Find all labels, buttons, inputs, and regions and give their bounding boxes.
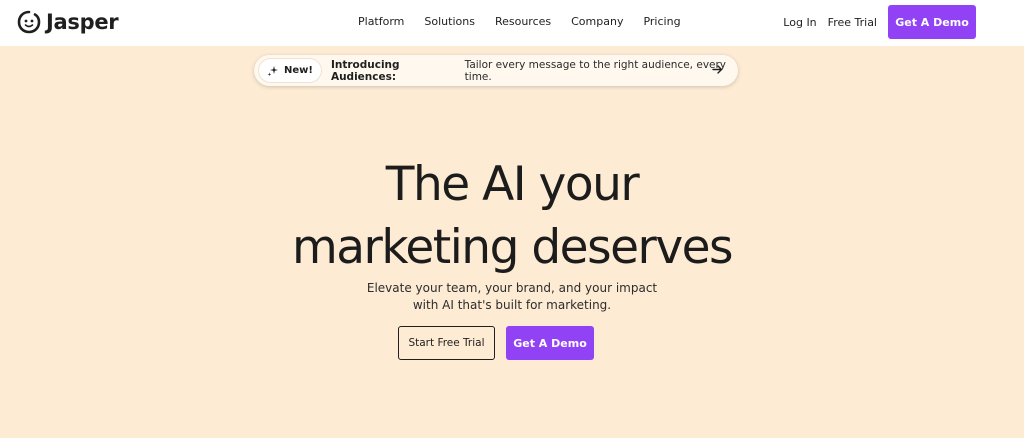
nav-company[interactable]: Company <box>571 14 623 30</box>
new-badge-label: New! <box>284 65 313 76</box>
nav-solutions[interactable]: Solutions <box>424 14 475 30</box>
hero-subtitle-line-1: Elevate your team, your brand, and your … <box>366 281 658 295</box>
get-demo-button-hero[interactable]: Get A Demo <box>506 326 594 360</box>
nav-pricing[interactable]: Pricing <box>643 14 680 30</box>
nav-resources[interactable]: Resources <box>495 14 551 30</box>
free-trial-link[interactable]: Free Trial <box>828 16 877 29</box>
nav-platform[interactable]: Platform <box>358 14 404 30</box>
get-demo-button-nav[interactable]: Get A Demo <box>888 5 976 39</box>
start-free-trial-button[interactable]: Start Free Trial <box>398 326 495 360</box>
hero-title: The AI your marketing deserves <box>0 153 1024 279</box>
hero-subtitle: Elevate your team, your brand, and your … <box>312 280 712 314</box>
hero-title-line-2: marketing deserves <box>291 220 734 275</box>
brand-name: Jasper <box>46 10 119 34</box>
hero-title-line-1: The AI your <box>385 157 640 212</box>
main-menu: Platform Solutions Resources Company Pri… <box>358 14 701 30</box>
top-navigation: Jasper Platform Solutions Resources Comp… <box>0 0 1024 46</box>
jasper-face-logo-icon <box>17 10 41 34</box>
new-badge: New! <box>259 59 321 82</box>
hero-subtitle-line-2: with AI that's built for marketing. <box>412 298 612 312</box>
sparkle-icon <box>267 65 278 76</box>
announcement-banner[interactable]: New! Introducing Audiences: Tailor every… <box>254 55 738 86</box>
nav-actions: Log In Free Trial Get A Demo <box>783 5 976 39</box>
arrow-right-icon <box>712 65 723 74</box>
announcement-text: Tailor every message to the right audien… <box>464 58 727 83</box>
announcement-title: Introducing Audiences: <box>330 58 400 83</box>
login-link[interactable]: Log In <box>783 16 816 29</box>
brand-logo-link[interactable]: Jasper <box>16 8 119 36</box>
